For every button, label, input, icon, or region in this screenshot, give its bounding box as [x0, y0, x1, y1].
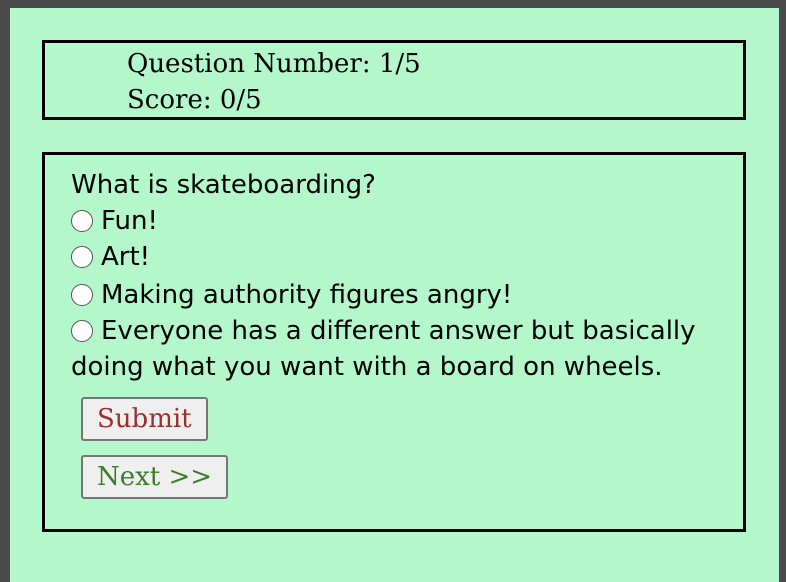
answer-option-3[interactable]: Making authority figures angry! — [71, 277, 721, 313]
answer-label: Making authority figures angry! — [101, 280, 513, 310]
answer-option-2[interactable]: Art! — [71, 239, 721, 275]
radio-button[interactable] — [71, 284, 93, 306]
radio-button[interactable] — [71, 246, 93, 268]
submit-button[interactable]: Submit — [81, 397, 208, 441]
question-card: What is skateboarding? Fun! Art! Making … — [42, 152, 746, 532]
score: Score: 0/5 — [127, 85, 262, 115]
answer-option-4[interactable]: Everyone has a different answer but basi… — [71, 313, 721, 385]
quiz-page: Question Number: 1/5 Score: 0/5 What is … — [10, 8, 779, 582]
answer-label: Fun! — [101, 206, 158, 236]
scoreboard: Question Number: 1/5 Score: 0/5 — [42, 40, 746, 120]
radio-button[interactable] — [71, 320, 93, 342]
next-button[interactable]: Next >> — [81, 455, 229, 499]
answer-label: Art! — [101, 242, 151, 272]
question-text: What is skateboarding? — [71, 170, 376, 200]
radio-button[interactable] — [71, 210, 93, 232]
answer-label: Everyone has a different answer but basi… — [71, 316, 696, 382]
answer-option-1[interactable]: Fun! — [71, 203, 721, 239]
question-number: Question Number: 1/5 — [127, 49, 421, 79]
